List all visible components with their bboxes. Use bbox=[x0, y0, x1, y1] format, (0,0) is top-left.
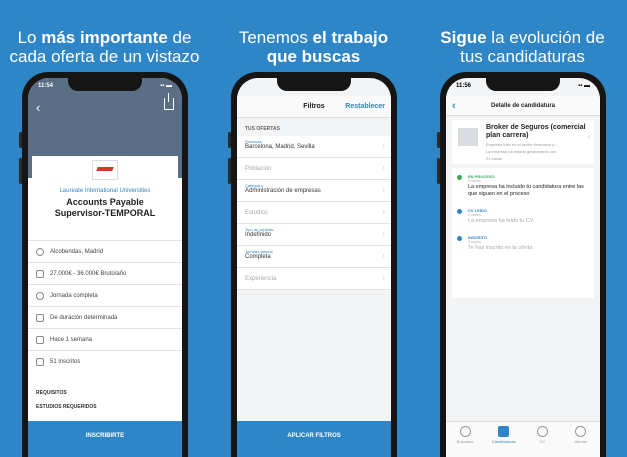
tab-alerts[interactable]: Alertas bbox=[566, 426, 596, 457]
location-icon bbox=[36, 247, 44, 256]
tab-bar: Buscador Candidaturas CV Alertas bbox=[446, 421, 600, 457]
apply-button[interactable]: INSCRIBIRTE bbox=[28, 421, 182, 457]
profile-icon bbox=[536, 426, 548, 437]
detail-row: Alcobendas, Madrid bbox=[28, 240, 182, 262]
job-title: Broker de Seguros (comercial plan carrer… bbox=[486, 124, 586, 139]
company-name[interactable]: Laureate International Universities bbox=[32, 188, 178, 194]
clock-icon bbox=[36, 291, 44, 300]
detail-row: Hace 1 semana bbox=[28, 328, 182, 350]
detail-row: 51 inscritos bbox=[28, 350, 182, 372]
back-icon[interactable]: ‹ bbox=[452, 100, 456, 112]
headline: Sigue la evolución de tus candidaturas bbox=[440, 28, 605, 66]
panel-filters: Tenemos el trabajo que buscas Filtros Re… bbox=[209, 0, 418, 457]
salary-icon bbox=[36, 269, 44, 278]
chevron-right-icon: › bbox=[382, 253, 385, 260]
application-timeline: EN PROCESO 8 marzo La empresa ha incluid… bbox=[452, 168, 594, 298]
filter-workday[interactable]: Jornada laboral Completa › bbox=[237, 246, 391, 268]
headline: Tenemos el trabajo que buscas bbox=[238, 28, 389, 66]
studies-heading: ESTUDIOS REQUERIDOS bbox=[36, 404, 97, 410]
timeline-step: EN PROCESO 8 marzo La empresa ha incluid… bbox=[457, 174, 588, 198]
phone-screen: Filtros Restablecer TUS OFERTAS Provinci… bbox=[237, 78, 391, 457]
chevron-right-icon: › bbox=[382, 209, 385, 216]
applications-icon bbox=[498, 426, 510, 437]
headline: Lo más importante de cada oferta de un v… bbox=[9, 28, 200, 66]
job-description: La empresa ha estado gestionando con bbox=[486, 149, 557, 154]
requirements-heading: REQUISITOS bbox=[36, 390, 67, 396]
detail-row: Jornada completa bbox=[28, 284, 182, 306]
panel-offer-overview: Lo más importante de cada oferta de un v… bbox=[0, 0, 209, 457]
chevron-right-icon: › bbox=[382, 143, 385, 150]
filter-list: Provincia Barcelona, Madrid, Sevilla › Pob… bbox=[237, 136, 391, 290]
section-label: TUS OFERTAS bbox=[245, 126, 280, 132]
filter-category[interactable]: Categoría Administración de empresas › bbox=[237, 180, 391, 202]
chevron-right-icon: › bbox=[382, 187, 385, 194]
chevron-right-icon: › bbox=[587, 134, 590, 141]
contract-icon bbox=[36, 313, 44, 322]
page-title: Detalle de candidatura bbox=[490, 102, 556, 109]
offer-card: Laureate International Universities Acco… bbox=[32, 156, 178, 238]
status-dot-icon bbox=[457, 175, 462, 180]
nav-bar: ‹ Detalle de candidatura bbox=[446, 96, 600, 116]
phone-frame: 11:54 ▪▪ ▬ ‹ Laureate International Univ… bbox=[19, 72, 188, 457]
timeline-step: INSCRITO 3 marzo Te has inscrito en la o… bbox=[457, 235, 588, 252]
search-icon bbox=[459, 426, 471, 437]
filter-studies[interactable]: Estudios › bbox=[237, 202, 391, 224]
phone-screen: 11:54 ▪▪ ▬ ‹ Laureate International Univ… bbox=[28, 78, 182, 457]
offer-details: Alcobendas, Madrid 27.000€ - 36.000€ Bru… bbox=[28, 240, 182, 372]
calendar-icon bbox=[36, 335, 44, 344]
tab-applications[interactable]: Candidaturas bbox=[489, 426, 519, 457]
tab-cv[interactable]: CV bbox=[527, 426, 557, 457]
building-icon bbox=[458, 128, 478, 146]
applicants-icon bbox=[36, 357, 44, 366]
phone-frame: Filtros Restablecer TUS OFERTAS Provinci… bbox=[228, 72, 397, 457]
application-job-card[interactable]: Broker de Seguros (comercial plan carrer… bbox=[452, 120, 594, 164]
filter-province[interactable]: Provincia Barcelona, Madrid, Sevilla › bbox=[237, 136, 391, 158]
job-description: Empresa líder en el sector financiero y.… bbox=[486, 142, 558, 147]
timeline-step: CV LEÍDO 4 marzo La empresa ha leído tu … bbox=[457, 208, 588, 225]
chevron-right-icon: › bbox=[382, 165, 385, 172]
panel-application-tracking: Sigue la evolución de tus candidaturas 1… bbox=[418, 0, 627, 457]
phone-screen: 11:56 ▪▪ ▬ ‹ Detalle de candidatura Brok… bbox=[446, 78, 600, 457]
chevron-right-icon: › bbox=[382, 275, 385, 282]
filter-contract[interactable]: Tipo de contrato Indefinido › bbox=[237, 224, 391, 246]
detail-row: De duración determinada bbox=[28, 306, 182, 328]
apply-filters-button[interactable]: APLICAR FILTROS bbox=[237, 421, 391, 457]
battery-icon: ▪▪ ▬ bbox=[160, 83, 172, 89]
detail-row: 27.000€ - 36.000€ Bruto/año bbox=[28, 262, 182, 284]
status-dot-icon bbox=[457, 209, 462, 214]
nav-bar: Filtros Restablecer bbox=[237, 96, 391, 118]
tab-search[interactable]: Buscador bbox=[450, 426, 480, 457]
share-icon[interactable] bbox=[164, 93, 174, 110]
status-dot-icon bbox=[457, 236, 462, 241]
job-description: 21 vacan. bbox=[486, 156, 504, 161]
back-icon[interactable]: ‹ bbox=[36, 100, 40, 115]
phone-frame: 11:56 ▪▪ ▬ ‹ Detalle de candidatura Brok… bbox=[437, 72, 606, 457]
battery-icon: ▪▪ ▬ bbox=[578, 83, 590, 89]
filter-experience[interactable]: Experiencia › bbox=[237, 268, 391, 290]
job-title: Accounts Payable Supervisor-TEMPORAL bbox=[54, 197, 156, 218]
alerts-icon bbox=[575, 426, 587, 437]
company-logo bbox=[92, 160, 118, 180]
filter-town[interactable]: Población › bbox=[237, 158, 391, 180]
page-title: Filtros bbox=[303, 103, 325, 110]
reset-button[interactable]: Restablecer bbox=[345, 103, 385, 110]
chevron-right-icon: › bbox=[382, 231, 385, 238]
